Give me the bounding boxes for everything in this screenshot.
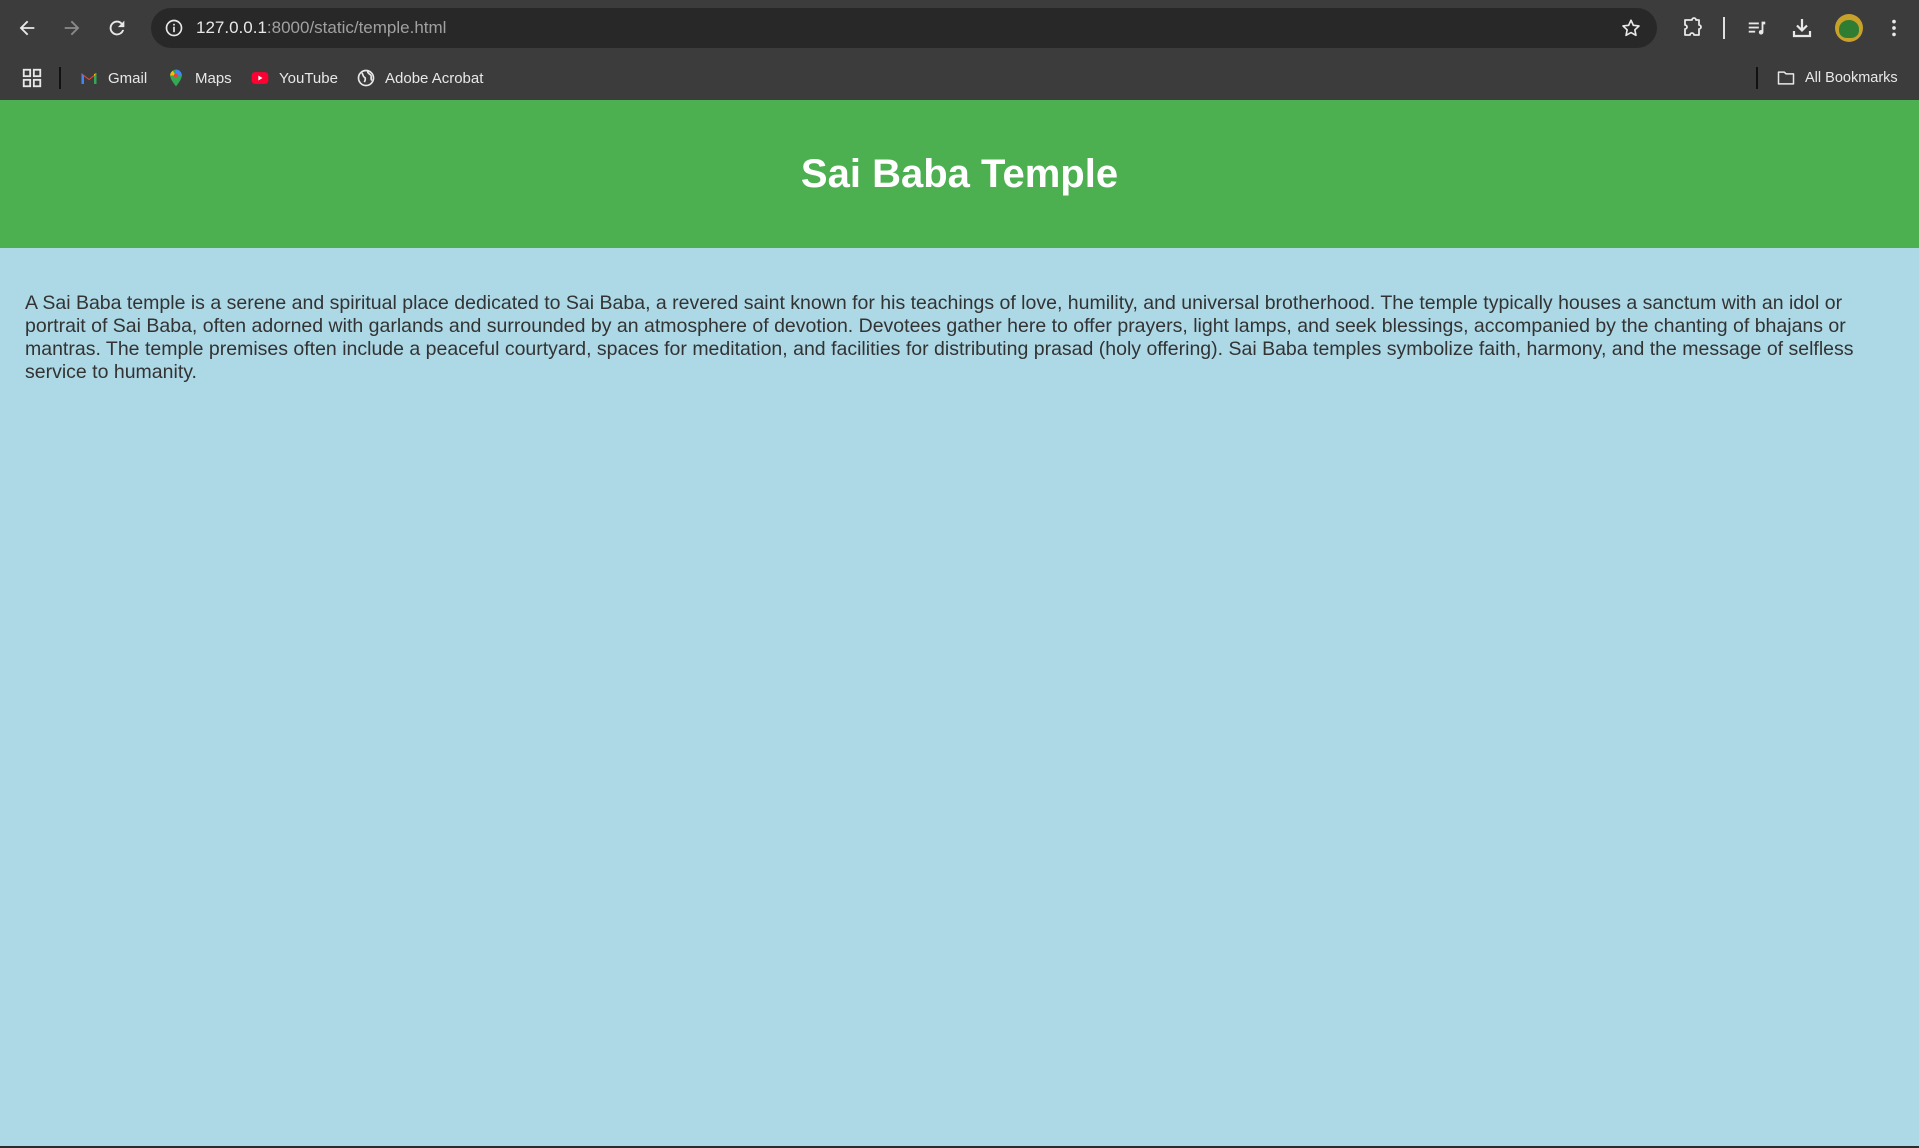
extensions-button[interactable] (1677, 13, 1707, 43)
bookmark-label: Gmail (108, 69, 148, 87)
bookmark-star-button[interactable] (1619, 16, 1643, 40)
all-bookmarks-label: All Bookmarks (1805, 70, 1898, 86)
kebab-menu-icon (1892, 19, 1896, 37)
maps-icon (166, 68, 186, 88)
media-controls-button[interactable] (1742, 13, 1772, 43)
bookmarks-bar: Gmail Maps YouTube Adobe Acrobat All Boo… (0, 56, 1919, 100)
bookmarks-separator (1756, 67, 1758, 89)
download-icon (1792, 19, 1812, 38)
back-button[interactable] (10, 11, 44, 45)
reload-button[interactable] (100, 11, 134, 45)
browser-menu-button[interactable] (1879, 13, 1909, 43)
site-info-button[interactable] (159, 13, 189, 43)
star-icon (1622, 19, 1640, 37)
url-path: :8000/static/temple.html (266, 18, 447, 37)
address-bar[interactable]: 127.0.0.1:8000/static/temple.html (151, 8, 1657, 48)
temple-description: A Sai Baba temple is a serene and spirit… (25, 292, 1854, 383)
page-header: Sai Baba Temple (0, 100, 1919, 248)
bookmark-youtube[interactable]: YouTube (250, 62, 338, 94)
page-main: A Sai Baba temple is a serene and spirit… (25, 292, 1895, 384)
puzzle-icon (1684, 17, 1702, 36)
site-info-icon (165, 19, 183, 37)
youtube-icon (250, 68, 270, 88)
bookmarks-separator (59, 67, 61, 89)
url-text[interactable]: 127.0.0.1:8000/static/temple.html (196, 8, 446, 48)
media-queue-icon (1748, 21, 1766, 35)
avatar-image (1839, 20, 1859, 38)
browser-toolbar: 127.0.0.1:8000/static/temple.html (0, 0, 1919, 56)
reload-icon (109, 20, 125, 36)
bookmark-label: Maps (195, 69, 232, 87)
bookmark-gmail[interactable]: Gmail (79, 62, 147, 94)
bookmark-maps[interactable]: Maps (166, 62, 232, 94)
bookmark-adobe-acrobat[interactable]: Adobe Acrobat (356, 62, 483, 94)
globe-icon (356, 68, 376, 88)
downloads-button[interactable] (1787, 13, 1817, 43)
apps-grid-icon (22, 68, 42, 88)
page-title: Sai Baba Temple (800, 151, 1119, 196)
gmail-icon (79, 68, 99, 88)
toolbar-separator (1723, 17, 1725, 39)
apps-button[interactable] (20, 66, 44, 90)
back-arrow-icon (19, 20, 35, 36)
profile-avatar[interactable] (1835, 14, 1863, 42)
folder-icon (1776, 68, 1796, 88)
all-bookmarks-button[interactable]: All Bookmarks (1776, 62, 1898, 94)
bookmark-label: YouTube (279, 69, 338, 87)
url-host: 127.0.0.1 (196, 18, 267, 37)
bookmark-label: Adobe Acrobat (385, 69, 484, 87)
forward-button[interactable] (55, 11, 89, 45)
forward-arrow-icon (64, 20, 80, 36)
